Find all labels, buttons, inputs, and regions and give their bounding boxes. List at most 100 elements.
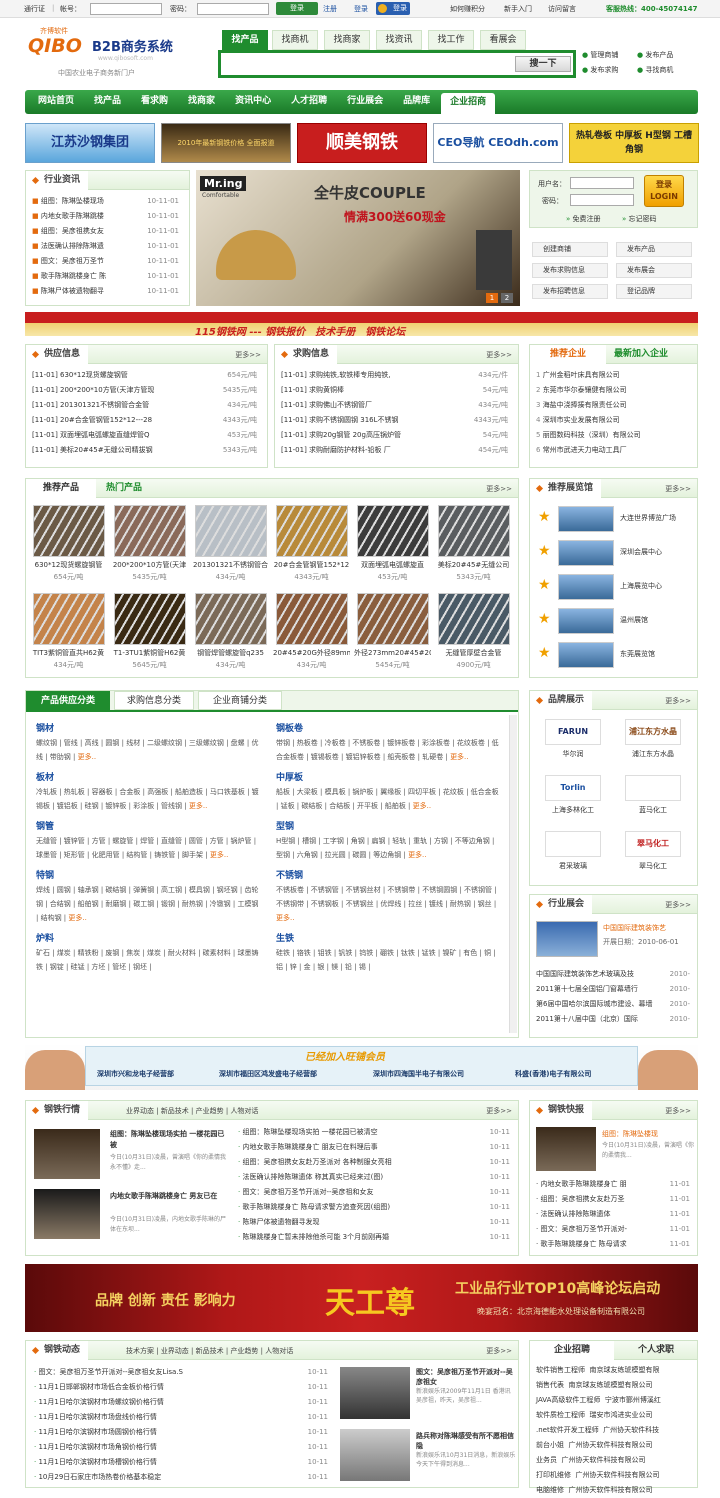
steel-news-more-link[interactable]: 更多>> [665, 1106, 691, 1116]
product-card[interactable]: 20#45#20G外径89mm小 434元/吨 [273, 593, 350, 677]
publish-product-button[interactable]: 发布产品 [616, 242, 692, 257]
expo-item[interactable]: ★ 温州展馆 [534, 605, 694, 637]
nav-expo[interactable]: 行业展会 [338, 90, 392, 114]
product-card[interactable]: 630*12现货螺旋钢管 654元/吨 [30, 505, 107, 589]
brand-logo[interactable]: FARUN [545, 719, 601, 745]
dynamics-feature-title[interactable]: 路兵称对陈琳感受有所不愿相信隐 [416, 1431, 516, 1451]
cat-heading[interactable]: 钢管 [36, 819, 262, 832]
product-card[interactable]: 双面埋弧电弧螺旋直 453元/吨 [354, 505, 431, 589]
slideshow[interactable]: Mr.ing Comfortable 全牛皮COUPLE 情满300送60现金 … [196, 170, 520, 306]
member-item[interactable]: 深圳市兴和龙电子经营部 [97, 1069, 174, 1079]
story-image-1[interactable] [34, 1129, 100, 1179]
product-image[interactable] [275, 593, 348, 645]
product-card[interactable]: 外径273mm20#45#20G 5454元/吨 [354, 593, 431, 677]
brand-name[interactable]: 上海多林化工 [534, 805, 612, 815]
list-item[interactable]: .net软件开发工程师 广州协天软件科技 [536, 1423, 694, 1438]
wide-banner[interactable]: 115钢铁网 --- 钢铁报价 技术手册 钢铁论坛 [25, 312, 698, 336]
search-tab-merchant[interactable]: 找商家 [324, 30, 370, 50]
login-password-input[interactable] [570, 194, 634, 206]
list-item[interactable]: · 内地女歌手陈琳跳楼身亡 朋 11-01 [536, 1177, 694, 1192]
forum-banner[interactable]: 品牌 创新 责任 影响力 天工尊 工业品行业TOP10高峰论坛启动 晚宴冠名：北… [25, 1264, 698, 1332]
list-item[interactable]: · 陈琳尸体被遗物翻寻发现 10-11 [238, 1215, 514, 1230]
list-item[interactable]: 软件销售工程师 南京球友练琥模塑有限 [536, 1363, 694, 1378]
expo-image[interactable] [558, 574, 614, 600]
product-image[interactable] [113, 593, 186, 645]
categories-scrollbar[interactable] [509, 715, 517, 1033]
list-item[interactable]: · 组图：陈琳坠楼现场实拍 一楼花园已被清空 10-11 [238, 1125, 514, 1140]
table-row[interactable]: [11-01] 求购黄铜棒 54元/吨 [281, 383, 512, 398]
brand-name[interactable]: 浦江东方水晶 [614, 749, 692, 759]
list-item[interactable]: · 图文：吴彦祖万圣节开派对--吴彦祖女友Lisa.S 10-11 [34, 1365, 332, 1380]
list-item[interactable]: · 11月1日哈尔滨钢材市场螺纹钢价格行情 10-11 [34, 1395, 332, 1410]
product-image[interactable] [194, 505, 267, 557]
list-item[interactable]: 1 广州金稻叶床具有限公司 [536, 368, 691, 383]
list-item[interactable]: ■ 歌手陈琳跳楼身亡 陈 10-11-01 [32, 269, 183, 284]
cat-heading[interactable]: 生铁 [276, 931, 502, 944]
publish-expo-button[interactable]: 发布展会 [616, 263, 692, 278]
list-item[interactable]: 6 常州市武进天力电动工具厂 [536, 443, 691, 458]
tab-recommended-products[interactable]: 推荐产品 [26, 479, 96, 498]
nav-home[interactable]: 网站首页 [29, 90, 83, 114]
list-item[interactable]: JAVA高级软件工程师 宁波市鄞州博溪红 [536, 1393, 694, 1408]
nav-merchants[interactable]: 找商家 [179, 90, 224, 114]
tab-buy-categories[interactable]: 求购信息分类 [114, 691, 194, 710]
list-item[interactable]: · 11月1日哈尔滨钢材市场圆钢价格行情 10-11 [34, 1425, 332, 1440]
product-name[interactable]: 20#45#20G外径89mm小 [273, 648, 350, 658]
cat-heading[interactable]: 型钢 [276, 819, 502, 832]
product-card[interactable]: 无缝管厚壁合金管 4900元/吨 [435, 593, 512, 677]
cat-heading[interactable]: 特钢 [36, 868, 262, 881]
table-row[interactable]: [11-01] 20#合金管钢管152*12---28 4343元/吨 [32, 413, 261, 428]
expo-item[interactable]: ★ 上海展览中心 [534, 571, 694, 603]
table-row[interactable]: [11-01] 双面埋弧电弧螺旋直缝焊管Q 453元/吨 [32, 428, 261, 443]
list-item[interactable]: · 图文：吴彦祖万圣节开派对- 11-01 [536, 1222, 694, 1237]
table-row[interactable]: [11-01] 求购20g钢管 20g高压锅炉管 54元/吨 [281, 428, 512, 443]
list-item[interactable]: ■ 组图：陈琳坠楼现场 10-11-01 [32, 194, 183, 209]
slide-page-2[interactable]: 2 [501, 293, 513, 303]
list-item[interactable]: 2011第十八届中国（北京）国际 2010- [536, 1012, 694, 1027]
product-card[interactable]: 20#合金管钢管152*12 4343元/吨 [273, 505, 350, 589]
list-item[interactable]: 中国国际建筑装饰艺术玻璃及技 2010- [536, 967, 694, 982]
steel-dynamics-more-link[interactable]: 更多>> [486, 1346, 512, 1356]
tab-recommended-companies[interactable]: 推荐企业 [530, 345, 606, 364]
list-item[interactable]: · 11月1日哈尔滨钢材市场槽钢价格行情 10-11 [34, 1455, 332, 1470]
dynamics-image-1[interactable] [340, 1367, 410, 1419]
cat-heading[interactable]: 中厚板 [276, 770, 502, 783]
steel-dynamics-tabs[interactable]: 技术方案 | 业界动态 | 新品技术 | 产业趋势 | 人物对话 [126, 1346, 293, 1356]
expo-item[interactable]: ★ 深圳会展中心 [534, 537, 694, 569]
expo-image[interactable] [558, 506, 614, 532]
list-item[interactable]: · 图文：吴彦祖万圣节开派对--吴彦祖和女友 10-11 [238, 1185, 514, 1200]
login-link[interactable]: 登录 [354, 4, 368, 14]
manage-shop-link[interactable]: ● 管理商铺 [582, 50, 618, 60]
product-image[interactable] [275, 505, 348, 557]
dynamics-image-2[interactable] [340, 1429, 410, 1481]
brand-name[interactable]: 翠马化工 [614, 861, 692, 871]
product-image[interactable] [437, 505, 510, 557]
cat-heading[interactable]: 钢材 [36, 721, 262, 734]
product-image[interactable] [32, 593, 105, 645]
product-card[interactable]: 201301321不锈钢管合 434元/吨 [192, 505, 269, 589]
product-name[interactable]: 外径273mm20#45#20G [354, 648, 431, 658]
brand-item[interactable]: 浦江东方水晶 浦江东方水晶 [614, 715, 692, 769]
ad-steel-price[interactable]: 2010年最新钢铁价格 全面报道 [161, 123, 291, 163]
tab-company-jobs[interactable]: 企业招聘 [530, 1341, 614, 1360]
list-item[interactable]: 第6届中国哈尔滨国际城市建设、幕墙 2010- [536, 997, 694, 1012]
brand-item[interactable]: 君采玻璃 [534, 827, 612, 881]
product-card[interactable]: T1-3TU1紫铜管H62黄 5645元/吨 [111, 593, 188, 677]
table-row[interactable]: [11-01] 美标20#45#无缝公司精拔钢 5343元/吨 [32, 443, 261, 458]
list-item[interactable]: · 歌手陈琳跳楼身亡 陈母请求警方追查死因(组图) 10-11 [238, 1200, 514, 1215]
search-tab-job[interactable]: 找工作 [428, 30, 474, 50]
ad-shunmei[interactable]: 顺美钢铁 [297, 123, 427, 163]
brand-item[interactable]: FARUN 华尔润 [534, 715, 612, 769]
list-item[interactable]: 5 丽图数码科技（深圳）有限公司 [536, 428, 691, 443]
search-tab-expo[interactable]: 看展会 [480, 30, 526, 50]
product-card[interactable]: 钢管焊管螺旋管q235 434元/吨 [192, 593, 269, 677]
list-item[interactable]: · 歌手陈琳跳楼身亡 陈母请求 11-01 [536, 1237, 694, 1252]
brand-logo[interactable]: 浦江东方水晶 [625, 719, 681, 745]
member-item[interactable]: 深圳市四海国半电子有限公司 [373, 1069, 464, 1079]
list-item[interactable]: 2 东莞市华尔泰镶健有限公司 [536, 383, 691, 398]
list-item[interactable]: · 11月1日哈尔滨钢材市场角钢价格行情 10-11 [34, 1440, 332, 1455]
forgot-password-link[interactable]: » 忘记密码 [622, 214, 657, 224]
brand-logo[interactable] [625, 775, 681, 801]
list-item[interactable]: ■ 组图：吴彦祖携女友 10-11-01 [32, 224, 183, 239]
nav-products[interactable]: 找产品 [85, 90, 130, 114]
